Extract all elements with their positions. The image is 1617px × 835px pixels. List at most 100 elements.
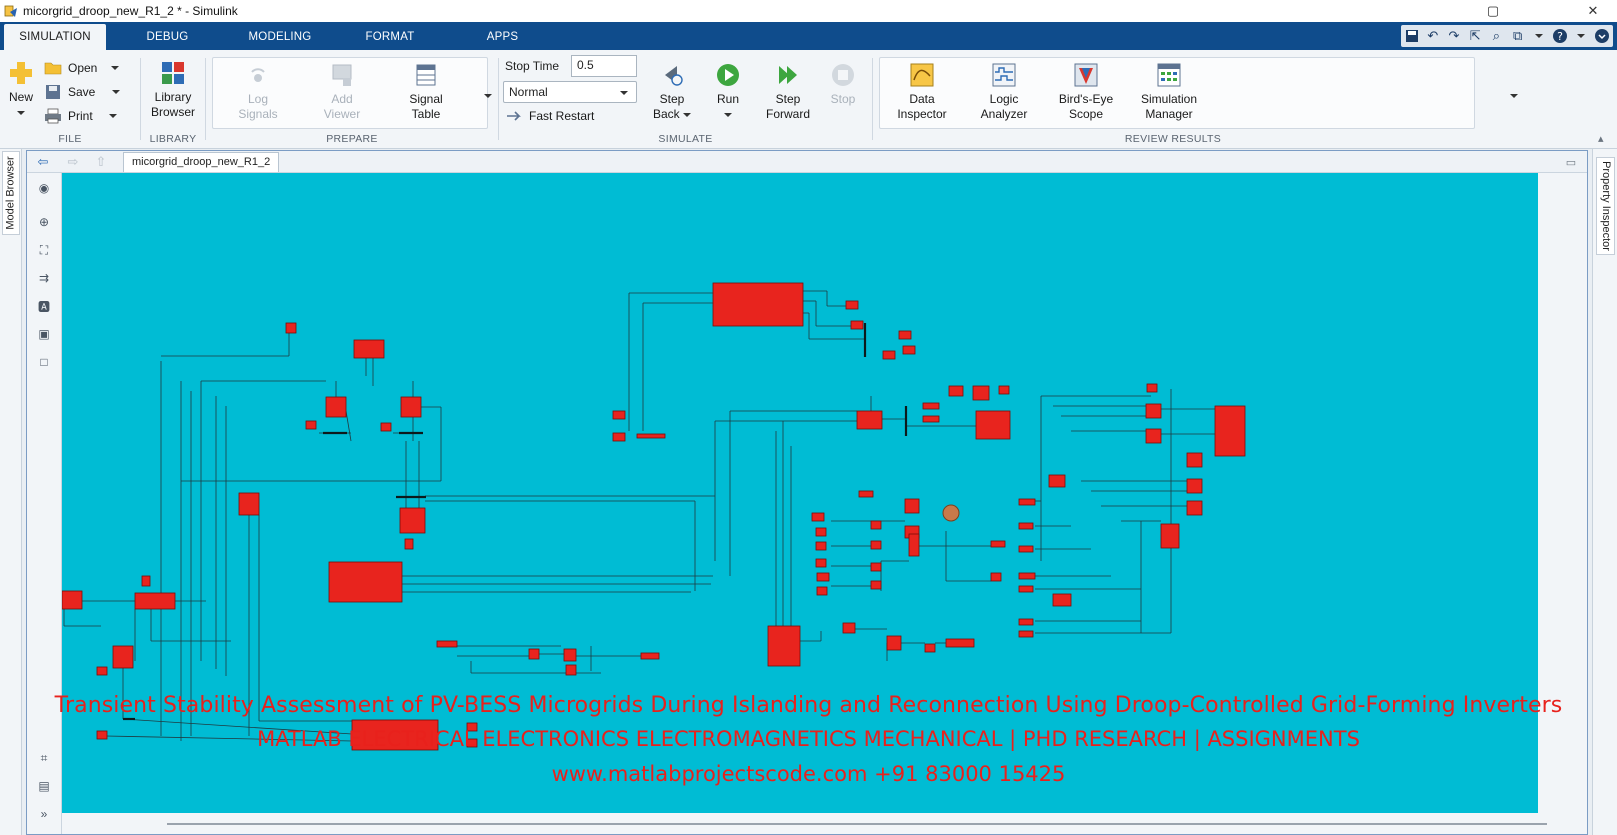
model-block[interactable]	[325, 396, 347, 418]
model-block[interactable]	[112, 645, 134, 669]
model-block[interactable]	[870, 580, 882, 590]
run-button[interactable]: Run	[707, 62, 749, 122]
model-block[interactable]	[767, 625, 801, 667]
model-block[interactable]	[380, 422, 392, 432]
model-block[interactable]	[1146, 383, 1158, 393]
property-inspector-tab[interactable]: Property Inspector	[1596, 157, 1615, 255]
signal-line[interactable]	[345, 410, 352, 442]
model-block[interactable]	[1145, 403, 1162, 419]
model-block[interactable]	[1018, 585, 1034, 593]
step-forward-button[interactable]: Step Forward	[761, 62, 815, 122]
library-browser-button[interactable]: Library Browser	[145, 60, 201, 120]
fast-restart-toggle[interactable]: Fast Restart	[505, 106, 594, 126]
scrollbar-thumb[interactable]	[167, 823, 1547, 825]
model-block[interactable]	[975, 410, 1011, 440]
model-block[interactable]	[528, 648, 540, 660]
model-block[interactable]	[924, 643, 936, 653]
model-block[interactable]	[141, 575, 151, 587]
model-block[interactable]	[922, 415, 940, 423]
zoom-in-icon[interactable]: ⊕	[35, 213, 53, 231]
birds-eye-scope-button[interactable]: Bird's-Eye Scope	[1051, 62, 1121, 122]
model-block[interactable]	[1214, 405, 1246, 457]
model-block[interactable]	[908, 533, 920, 557]
model-block[interactable]	[882, 350, 896, 360]
minimize-toolstrip-icon[interactable]: ⧉	[1507, 25, 1528, 47]
model-block[interactable]	[815, 558, 827, 568]
save-button[interactable]: Save	[44, 82, 121, 102]
tab-modeling[interactable]: MODELING	[230, 24, 330, 50]
model-block[interactable]	[1186, 478, 1203, 494]
route-lines-icon[interactable]: ⇉	[35, 269, 53, 287]
model-block[interactable]	[816, 572, 830, 582]
model-block[interactable]	[565, 664, 577, 676]
model-block[interactable]	[870, 540, 882, 550]
simulation-manager-button[interactable]: Simulation Manager	[1133, 62, 1205, 122]
model-block[interactable]	[1048, 474, 1066, 488]
model-block[interactable]	[1018, 545, 1034, 553]
step-back-button[interactable]: Step Back	[649, 62, 695, 122]
model-block[interactable]	[858, 490, 874, 498]
model-block[interactable]	[353, 339, 385, 359]
open-button[interactable]: Open	[44, 58, 119, 78]
model-block[interactable]	[1186, 452, 1203, 468]
save-icon[interactable]	[1401, 25, 1422, 47]
model-block[interactable]	[902, 345, 916, 355]
prepare-expand-icon[interactable]	[484, 88, 492, 102]
expand-palette-icon[interactable]: »	[35, 805, 53, 823]
model-block[interactable]	[1018, 630, 1034, 638]
model-block[interactable]	[945, 638, 975, 648]
model-browser-tab[interactable]: Model Browser	[2, 151, 20, 235]
overflow-chevron-icon[interactable]	[1528, 25, 1549, 47]
model-block[interactable]	[990, 572, 1002, 582]
print-button[interactable]: Print	[44, 106, 118, 126]
model-block[interactable]	[1018, 498, 1036, 506]
model-block[interactable]	[886, 635, 902, 651]
model-block[interactable]	[898, 330, 912, 340]
model-breadcrumb-tab[interactable]: micorgrid_droop_new_R1_2	[123, 152, 280, 172]
model-block[interactable]	[998, 385, 1010, 395]
model-block[interactable]	[1018, 572, 1036, 580]
logic-analyzer-button[interactable]: Logic Analyzer	[969, 62, 1039, 122]
model-block[interactable]	[1018, 522, 1034, 530]
hide-show-icon[interactable]: ◉	[35, 179, 53, 197]
forward-arrow-icon[interactable]: ⇨	[63, 154, 83, 170]
restore-window-button[interactable]: ▢	[1470, 0, 1516, 22]
model-block[interactable]	[845, 300, 859, 310]
up-arrow-icon[interactable]: ⇧	[91, 154, 111, 170]
model-block[interactable]	[1186, 500, 1203, 516]
model-block[interactable]	[62, 590, 83, 610]
model-block[interactable]	[990, 540, 1006, 548]
model-block[interactable]	[870, 520, 882, 530]
model-block[interactable]	[948, 385, 964, 397]
model-block[interactable]	[563, 648, 577, 662]
collapse-ribbon-icon[interactable]	[1592, 25, 1613, 47]
model-block[interactable]	[404, 538, 414, 550]
collapse-ribbon-caret-icon[interactable]: ▴	[1598, 132, 1604, 145]
new-button[interactable]: New	[4, 60, 38, 120]
model-block[interactable]	[640, 652, 660, 660]
data-inspector-button[interactable]: Data Inspector	[887, 62, 957, 122]
sphere-block[interactable]	[942, 504, 960, 522]
model-block[interactable]	[399, 507, 426, 534]
tab-apps[interactable]: APPS	[455, 24, 550, 50]
model-block[interactable]	[815, 541, 827, 551]
undock-icon[interactable]: ⇱	[1465, 25, 1486, 47]
model-block[interactable]	[856, 410, 883, 430]
stop-button[interactable]: Stop	[823, 62, 863, 107]
help-icon[interactable]: ?	[1549, 25, 1570, 47]
tab-format[interactable]: FORMAT	[345, 24, 435, 50]
review-expand-icon[interactable]	[1510, 88, 1518, 102]
model-block[interactable]	[1052, 593, 1072, 607]
model-block[interactable]	[400, 396, 422, 418]
model-block[interactable]	[922, 402, 940, 410]
model-block[interactable]	[285, 322, 297, 334]
model-block[interactable]	[712, 282, 804, 327]
undo-icon[interactable]: ↶	[1422, 25, 1443, 47]
model-block[interactable]	[612, 410, 626, 420]
redo-icon[interactable]: ↷	[1443, 25, 1464, 47]
annotation-icon[interactable]: 🅰	[35, 297, 53, 315]
model-block[interactable]	[238, 492, 260, 516]
model-block[interactable]	[134, 592, 176, 610]
stop-time-input[interactable]: 0.5	[571, 55, 637, 77]
model-block[interactable]	[850, 320, 864, 330]
